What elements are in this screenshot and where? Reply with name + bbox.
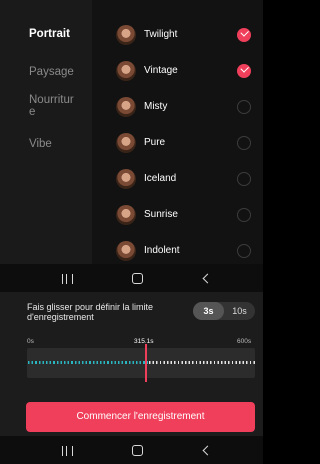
duration-toggle: 3s 10s [193,302,255,320]
back-button[interactable] [192,270,222,286]
category-list: Portrait Paysage Nourritur e Vibe [0,0,92,264]
recent-apps-button[interactable] [52,270,82,286]
recorded-waveform [27,348,148,378]
home-icon [131,273,143,284]
filter-thumbnail [116,133,136,153]
filter-thumbnail [116,205,136,225]
back-icon [202,445,212,456]
radio-unchecked-icon[interactable] [237,244,251,258]
system-navigation-bar [0,436,263,464]
back-icon [202,273,212,284]
effects-sheet: Portrait Paysage Nourritur e Vibe Twilig… [0,0,263,292]
filter-name: Vintage [144,65,178,76]
home-icon [131,445,143,456]
recent-apps-icon [61,446,73,456]
filter-name: Twilight [144,29,178,40]
filter-item-twilight[interactable]: Twilight [92,20,263,50]
recording-panel: Fais glisser pour définir la limite d'en… [0,292,263,436]
duration-option-3s[interactable]: 3s [193,302,224,320]
filter-thumbnail [116,241,136,261]
filter-name: Pure [144,137,166,148]
duration-option-10s[interactable]: 10s [224,302,255,320]
filter-name: Indolent [144,245,180,256]
category-portrait[interactable]: Portrait [29,28,85,40]
filter-thumbnail [116,61,136,81]
radio-unchecked-icon[interactable] [237,136,251,150]
back-button[interactable] [192,442,222,458]
checkmark-icon[interactable] [237,64,251,78]
home-button[interactable] [122,442,152,458]
filter-item-pure[interactable]: Pure [92,128,263,158]
radio-unchecked-icon[interactable] [237,100,251,114]
radio-unchecked-icon[interactable] [237,172,251,186]
filter-item-sunrise[interactable]: Sunrise [92,200,263,230]
category-paysage[interactable]: Paysage [29,66,85,78]
checkmark-icon[interactable] [237,28,251,42]
category-vibe[interactable]: Vibe [29,138,85,150]
filter-item-iceland[interactable]: Iceland [92,164,263,194]
filter-item-misty[interactable]: Misty [92,92,263,122]
filter-thumbnail [116,169,136,189]
timeline-end-label: 600s [237,338,252,345]
filter-name: Misty [144,101,168,112]
remaining-waveform [148,348,255,378]
recent-apps-button[interactable] [52,442,82,458]
system-navigation-bar [0,264,263,292]
timeline-cursor-label: 315.1s [134,338,154,345]
filter-item-vintage[interactable]: Vintage [92,56,263,86]
radio-unchecked-icon[interactable] [237,208,251,222]
home-button[interactable] [122,270,152,286]
filter-thumbnail [116,97,136,117]
audio-waveform-timeline[interactable] [27,348,255,378]
filter-name: Iceland [144,173,177,184]
filter-thumbnail [116,25,136,45]
start-recording-button[interactable]: Commencer l'enregistrement [26,402,255,432]
timeline-cursor-handle[interactable] [145,344,147,382]
filter-item-indolent[interactable]: Indolent [92,236,263,266]
recording-limit-hint: Fais glisser pour définir la limite d'en… [27,302,154,322]
category-nourriture[interactable]: Nourritur e [29,94,85,118]
recent-apps-icon [61,274,73,284]
filter-list: Twilight Vintage Misty Pure Iceland Sunr… [92,0,263,264]
timeline-start-label: 0s [27,338,34,345]
filter-name: Sunrise [144,209,178,220]
